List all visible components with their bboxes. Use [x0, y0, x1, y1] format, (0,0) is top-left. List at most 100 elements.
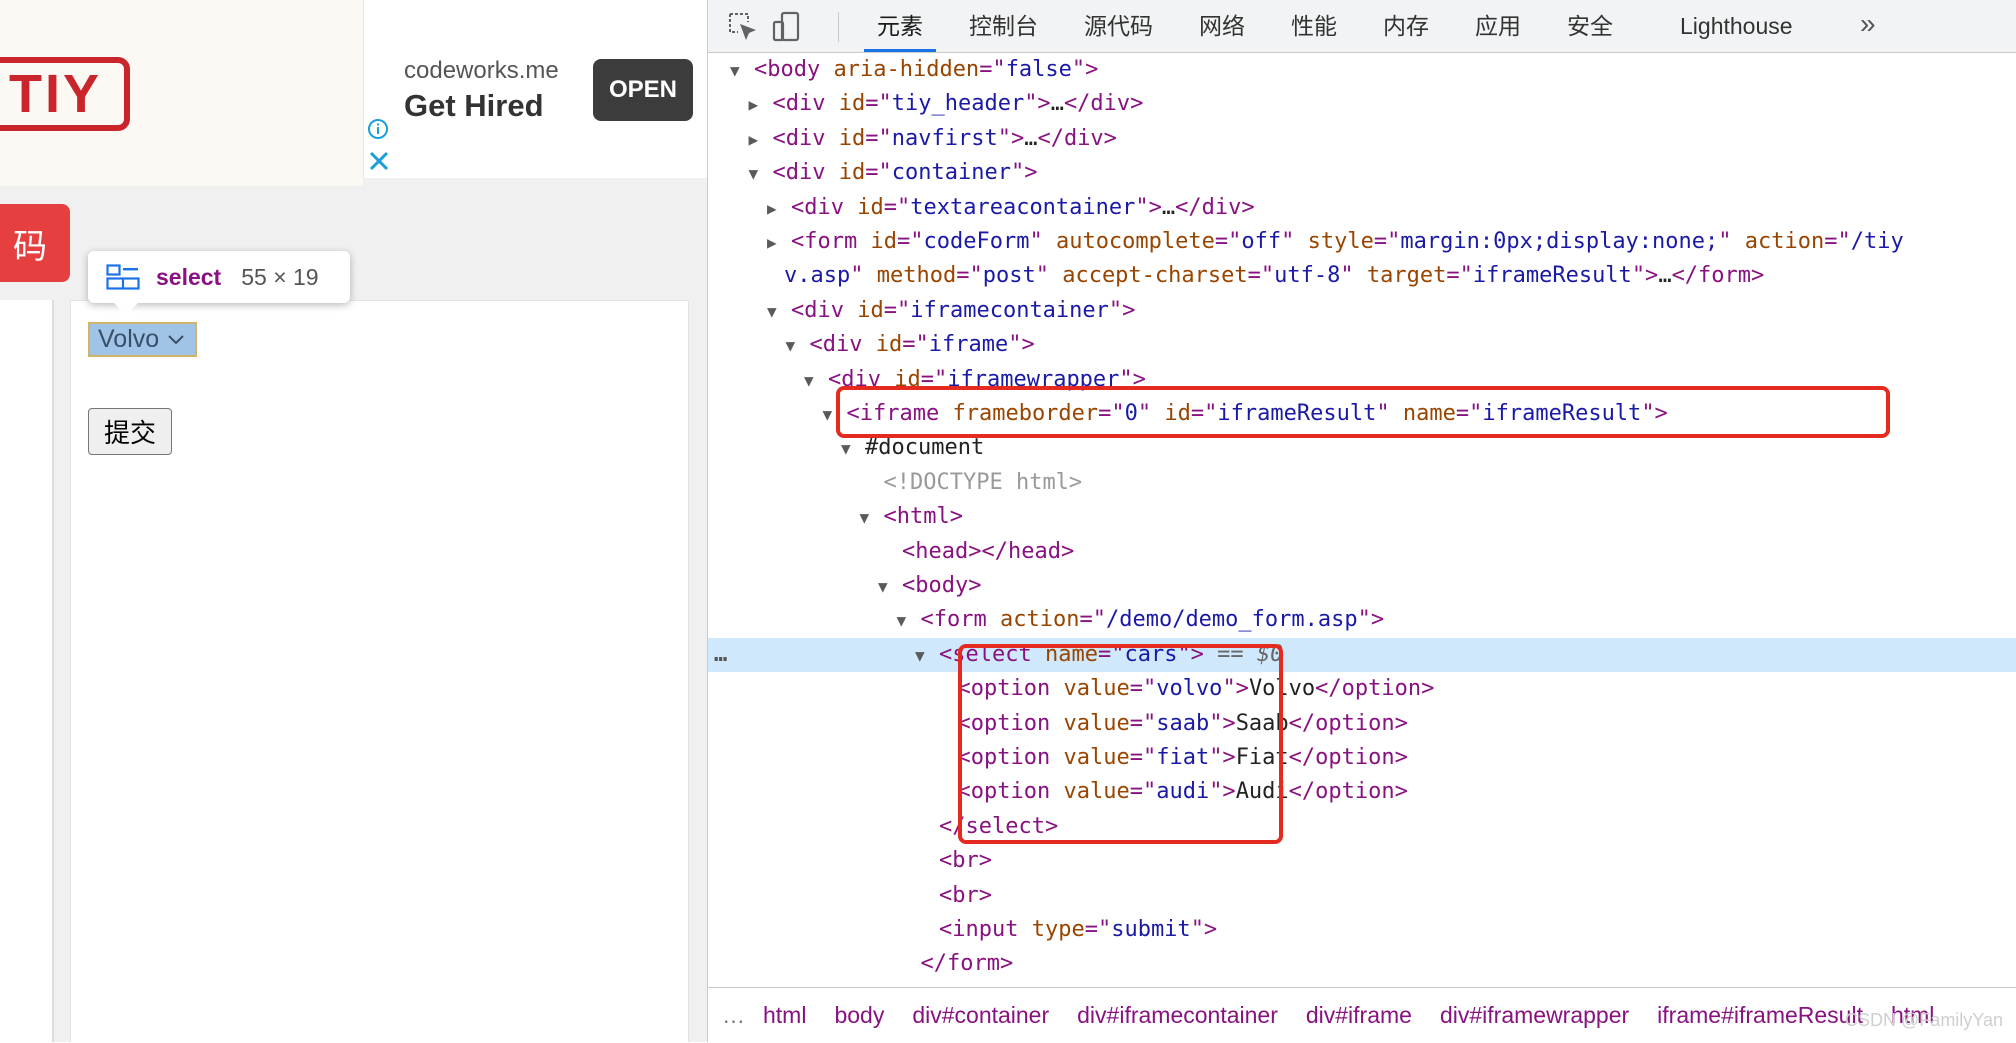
page-preview: TIY codeworks.me Get Hired OPEN 码 select…	[0, 0, 707, 1042]
dom-token: ">	[1357, 607, 1385, 633]
dom-token: ="	[902, 332, 929, 358]
flex-layout-icon	[106, 264, 140, 290]
tab-sources[interactable]: 源代码	[1061, 0, 1176, 52]
dom-node[interactable]: ▼ <form action="/demo/demo_form.asp">	[708, 603, 2016, 637]
tab-memory[interactable]: 内存	[1360, 0, 1452, 52]
more-tabs-button[interactable]: »	[1860, 8, 1875, 40]
close-icon[interactable]	[368, 150, 390, 172]
info-icon[interactable]	[367, 118, 389, 140]
dom-token: id	[870, 229, 897, 254]
dom-node[interactable]: ▼ <div id="iframe">	[708, 328, 2016, 362]
dom-token: "	[1718, 229, 1745, 254]
dom-token: ">	[1010, 160, 1038, 186]
breadcrumb-item[interactable]: div#iframewrapper	[1440, 1002, 1629, 1029]
run-code-button[interactable]: 码	[0, 204, 70, 282]
triangle-right-icon[interactable]: ▶	[767, 192, 791, 226]
dom-node[interactable]: <option value="audi">Audi</option>	[708, 775, 2016, 809]
dom-token: false	[1005, 57, 1072, 82]
dom-token: ="	[883, 297, 911, 323]
dom-token: value	[1063, 710, 1130, 736]
dom-node[interactable]: <option value="volvo">Volvo</option>	[708, 672, 2016, 706]
dom-node[interactable]: <input type="submit">	[708, 913, 2016, 947]
triangle-down-icon[interactable]: ▼	[804, 364, 828, 398]
dom-token: id	[894, 366, 921, 392]
dom-token: textareacontainer	[910, 194, 1136, 220]
inspect-element-icon[interactable]	[726, 10, 760, 44]
dom-token: #document	[865, 435, 985, 461]
dom-token: ="	[1824, 229, 1851, 254]
triangle-down-icon[interactable]: ▼	[786, 329, 810, 363]
dom-node[interactable]: <option value="saab">Saab</option>	[708, 707, 2016, 741]
dom-node[interactable]: ▼ <body>	[708, 569, 2016, 603]
triangle-right-icon[interactable]: ▶	[767, 226, 791, 260]
tab-console[interactable]: 控制台	[946, 0, 1061, 52]
dom-node[interactable]: ▶ <form id="codeForm" autocomplete="off" …	[708, 225, 2016, 259]
dom-node[interactable]: ▼ <body aria-hidden="false">	[708, 53, 2016, 87]
selected-node-menu-icon[interactable]: …	[714, 638, 727, 672]
dom-node[interactable]: ▶ <div id="tiy_header">…</div>	[708, 87, 2016, 121]
dom-token: ">	[997, 125, 1025, 151]
tab-performance[interactable]: 性能	[1268, 0, 1360, 52]
tab-application[interactable]: 应用	[1452, 0, 1544, 52]
breadcrumb-overflow[interactable]: …	[722, 1002, 745, 1029]
cars-select[interactable]: Volvo	[88, 322, 197, 357]
dom-node[interactable]: ▼ <html>	[708, 500, 2016, 534]
devtools-panel: 元素 控制台 源代码 网络 性能 内存 应用 安全 Lighthouse » ▼…	[707, 0, 2016, 1043]
submit-button[interactable]: 提交	[88, 408, 172, 455]
breadcrumb-item[interactable]: div#iframecontainer	[1077, 1002, 1278, 1029]
dom-token: ">	[1190, 917, 1218, 942]
triangle-down-icon[interactable]: ▼	[749, 157, 773, 191]
ad-open-button[interactable]: OPEN	[593, 59, 693, 121]
dom-token: <form	[791, 229, 871, 254]
dom-tree[interactable]: ▼ <body aria-hidden="false"> ▶ <div id="tiy…	[708, 53, 2016, 987]
dom-node[interactable]: ▶ <div id="navfirst">…</div>	[708, 122, 2016, 156]
chevron-down-icon	[168, 334, 184, 344]
triangle-down-icon[interactable]: ▼	[878, 570, 902, 604]
dom-node[interactable]: </form>	[708, 947, 2016, 981]
triangle-right-icon[interactable]: ▶	[749, 123, 773, 157]
triangle-down-icon[interactable]: ▼	[860, 501, 884, 535]
dom-node[interactable]: ▼ <div id="container">	[708, 156, 2016, 190]
dom-node[interactable]: <head></head>	[708, 535, 2016, 569]
dom-node[interactable]: </select>	[708, 810, 2016, 844]
breadcrumb-item[interactable]: div#iframe	[1306, 1002, 1412, 1029]
dom-token: ="	[1084, 917, 1112, 942]
dom-node[interactable]: ▼ #document	[708, 431, 2016, 465]
triangle-down-icon[interactable]: ▼	[841, 432, 865, 466]
dom-token: ="	[1129, 745, 1157, 770]
ad-banner[interactable]: codeworks.me Get Hired OPEN	[363, 0, 707, 178]
dom-token: value	[1063, 779, 1130, 805]
dom-node-selected[interactable]: ▼ <select name="cars"> == $0…	[708, 637, 2016, 673]
device-toolbar-icon[interactable]	[770, 10, 804, 44]
dom-node[interactable]: <option value="fiat">Fiat</option>	[708, 741, 2016, 775]
code-editor-panel[interactable]	[0, 300, 54, 1042]
triangle-down-icon[interactable]: ▼	[823, 398, 847, 432]
triangle-down-icon[interactable]: ▼	[897, 604, 921, 638]
breadcrumb-item[interactable]: div#container	[912, 1002, 1049, 1029]
dom-node[interactable]: <br>	[708, 844, 2016, 878]
dom-token: ">	[1135, 194, 1162, 220]
breadcrumb-item[interactable]: html	[763, 1002, 806, 1029]
dom-node[interactable]: <br>	[708, 879, 2016, 913]
dom-token: <iframe	[846, 401, 953, 426]
breadcrumb-item[interactable]: iframe#iframeResult	[1657, 1002, 1863, 1029]
dom-node[interactable]: ▼ <iframe frameborder="0" id="iframeResul…	[708, 397, 2016, 431]
triangle-down-icon[interactable]: ▼	[730, 54, 754, 88]
triangle-down-icon[interactable]: ▼	[767, 295, 791, 329]
tab-security[interactable]: 安全	[1544, 0, 1636, 52]
dom-node[interactable]: ▼ <div id="iframecontainer">	[708, 294, 2016, 328]
dom-node[interactable]: v.asp" method="post" accept-charset="utf…	[708, 259, 2016, 293]
dom-token: <select	[939, 641, 1045, 667]
triangle-right-icon[interactable]: ▶	[749, 88, 773, 122]
dom-token: ">	[1071, 57, 1099, 82]
triangle-down-icon[interactable]: ▼	[915, 639, 939, 673]
dom-token: == $0	[1203, 641, 1284, 667]
tab-network[interactable]: 网络	[1176, 0, 1268, 52]
tab-lighthouse[interactable]: Lighthouse	[1636, 0, 1816, 52]
tab-elements[interactable]: 元素	[854, 0, 946, 52]
breadcrumb-item[interactable]: body	[834, 1002, 884, 1029]
dom-node[interactable]: ▼ <div id="iframewrapper">	[708, 363, 2016, 397]
dom-token: <head></head>	[902, 538, 1075, 564]
dom-node[interactable]: ▶ <div id="textareacontainer">…</div>	[708, 191, 2016, 225]
dom-node[interactable]: <!DOCTYPE html>	[708, 466, 2016, 500]
